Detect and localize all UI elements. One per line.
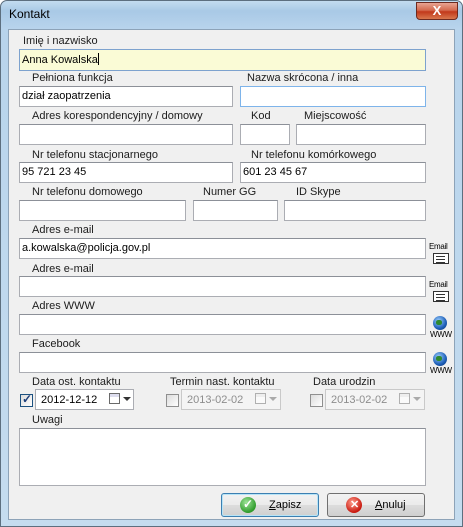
contact-window: Kontakt X Imię i nazwisko Anna Kowalska … (0, 0, 463, 527)
www-label: Adres WWW (32, 300, 95, 312)
close-icon: X (432, 3, 442, 18)
save-button[interactable]: ✓ Zapisz (221, 493, 319, 517)
window-title: Kontakt (9, 7, 50, 21)
save-label: Zapisz (269, 499, 302, 511)
last-contact-checkbox[interactable]: ✓ (20, 392, 33, 407)
next-contact-value: 2013-02-02 (187, 394, 244, 406)
send-email-icon[interactable]: Email (429, 280, 451, 306)
name-label: Imię i nazwisko (23, 35, 98, 47)
last-contact-value: 2012-12-12 (41, 394, 98, 406)
city-field[interactable] (296, 124, 426, 145)
birthday-label: Data urodzin (313, 376, 376, 388)
email2-label: Adres e-mail (32, 263, 94, 275)
function-label: Pełniona funkcja (32, 72, 113, 84)
notes-label: Uwagi (32, 414, 63, 426)
checkmark-icon: ✓ (22, 392, 33, 406)
checkmark-icon: ✓ (240, 497, 256, 513)
home-phone-field[interactable] (19, 200, 186, 221)
title-bar[interactable]: Kontakt X (1, 1, 462, 29)
cancel-button[interactable]: ✕ Anuluj (327, 493, 425, 517)
calendar-icon (255, 393, 266, 404)
short-name-label: Nazwa skrócona / inna (247, 72, 359, 84)
mobile-label: Nr telefonu komórkowego (251, 149, 377, 161)
mobile-value: 601 23 45 67 (243, 166, 308, 178)
phone-label: Nr telefonu stacjonarnego (32, 149, 158, 161)
www-field[interactable] (19, 314, 426, 335)
calendar-dropdown-button (254, 392, 280, 407)
birthday-date-picker: 2013-02-02 (325, 389, 425, 410)
open-website-icon[interactable]: WWW (429, 316, 452, 342)
postcode-field[interactable] (240, 124, 290, 145)
notes-field[interactable] (19, 428, 426, 486)
form-panel: Imię i nazwisko Anna Kowalska Pełniona f… (8, 29, 455, 520)
address-label: Adres korespondencyjny / domowy (32, 110, 203, 122)
calendar-dropdown-button[interactable] (108, 392, 134, 407)
mobile-field[interactable]: 601 23 45 67 (240, 162, 426, 183)
gg-label: Numer GG (203, 186, 257, 198)
email1-field[interactable]: a.kowalska@policja.gov.pl (19, 238, 426, 259)
address-field[interactable] (19, 124, 233, 145)
chevron-down-icon (413, 397, 421, 401)
name-field[interactable]: Anna Kowalska (19, 49, 426, 71)
last-contact-label: Data ost. kontaktu (32, 376, 121, 388)
skype-field[interactable] (284, 200, 426, 221)
open-facebook-icon[interactable]: WWW (429, 352, 452, 378)
send-email-icon[interactable]: Email (429, 242, 451, 268)
home-phone-label: Nr telefonu domowego (32, 186, 143, 198)
function-field[interactable]: dział zaopatrzenia (19, 86, 233, 107)
phone-value: 95 721 23 45 (22, 166, 87, 178)
phone-field[interactable]: 95 721 23 45 (19, 162, 233, 183)
calendar-icon (399, 393, 410, 404)
email2-field[interactable] (19, 276, 426, 297)
function-value: dział zaopatrzenia (22, 90, 111, 102)
name-value: Anna Kowalska (22, 54, 98, 66)
chevron-down-icon (123, 397, 131, 401)
birthday-checkbox[interactable] (310, 394, 323, 407)
last-contact-date-picker[interactable]: 2012-12-12 (35, 389, 134, 410)
calendar-icon (109, 393, 120, 404)
cancel-icon: ✕ (346, 497, 362, 513)
next-contact-checkbox[interactable] (166, 394, 179, 407)
gg-field[interactable] (193, 200, 278, 221)
next-contact-date-picker: 2013-02-02 (181, 389, 281, 410)
facebook-field[interactable] (19, 352, 426, 373)
next-contact-label: Termin nast. kontaktu (170, 376, 275, 388)
text-caret (97, 53, 99, 65)
email1-value: a.kowalska@policja.gov.pl (22, 242, 151, 254)
facebook-label: Facebook (32, 338, 81, 350)
short-name-field[interactable] (240, 86, 426, 107)
cancel-label: Anuluj (375, 499, 406, 511)
postcode-label: Kod (251, 110, 271, 122)
chevron-down-icon (269, 397, 277, 401)
birthday-value: 2013-02-02 (331, 394, 388, 406)
skype-label: ID Skype (296, 186, 341, 198)
close-button[interactable]: X (416, 2, 458, 20)
email1-label: Adres e-mail (32, 224, 94, 236)
city-label: Miejscowość (304, 110, 367, 122)
calendar-dropdown-button (398, 392, 424, 407)
